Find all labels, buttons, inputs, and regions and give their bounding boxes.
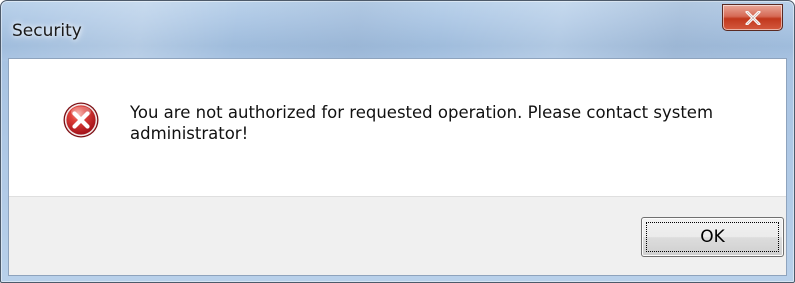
button-bar: OK (9, 196, 786, 275)
error-message: You are not authorized for requested ope… (130, 103, 714, 143)
ok-button-label: OK (646, 222, 779, 252)
message-area: You are not authorized for requested ope… (9, 59, 786, 196)
window-title: Security (12, 21, 82, 41)
dialog-client-area: You are not authorized for requested ope… (8, 58, 787, 276)
security-dialog-window: Security You are not authorized for requ… (0, 0, 795, 283)
close-icon (745, 11, 761, 25)
error-icon (63, 102, 99, 138)
close-button[interactable] (722, 4, 783, 31)
title-bar[interactable]: Security (1, 1, 794, 58)
ok-button[interactable]: OK (641, 217, 784, 257)
